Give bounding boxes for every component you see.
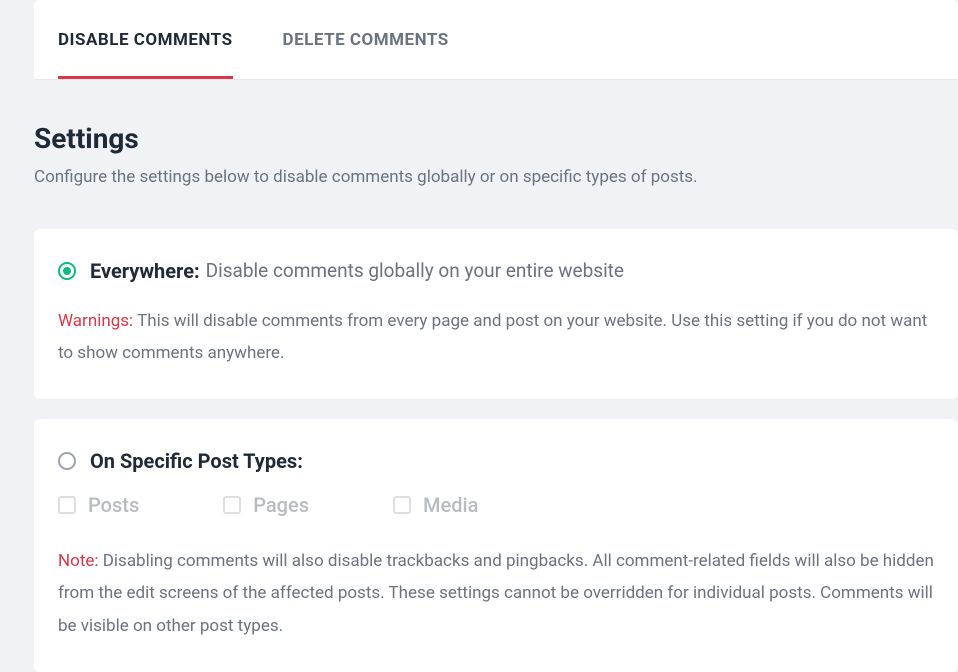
option-specific-card: On Specific Post Types: Posts Pages Medi… xyxy=(34,419,958,672)
checkbox-media-label: Media xyxy=(423,493,478,517)
note-label: Note: xyxy=(58,551,99,571)
option-everywhere-card: Everywhere: Disable comments globally on… xyxy=(34,229,958,400)
settings-description: Configure the settings below to disable … xyxy=(34,165,958,191)
warning-text: This will disable comments from every pa… xyxy=(58,311,927,363)
option-specific-header: On Specific Post Types: xyxy=(58,449,934,473)
checkbox-posts-label: Posts xyxy=(88,493,139,517)
settings-header: Settings Configure the settings below to… xyxy=(34,114,958,209)
tab-delete-comments[interactable]: DELETE COMMENTS xyxy=(283,0,449,79)
option-specific-label: On Specific Post Types: xyxy=(90,449,303,473)
tab-disable-comments[interactable]: DISABLE COMMENTS xyxy=(58,0,233,79)
settings-title: Settings xyxy=(34,122,958,155)
checkbox-posts[interactable] xyxy=(58,496,76,514)
radio-specific[interactable] xyxy=(58,452,76,470)
checkbox-item-media: Media xyxy=(393,493,478,517)
checkbox-pages-label: Pages xyxy=(253,493,309,517)
checkbox-pages[interactable] xyxy=(223,496,241,514)
checkbox-row: Posts Pages Media xyxy=(58,493,934,517)
note-text: Disabling comments will also disable tra… xyxy=(58,551,934,636)
option-everywhere-warning: Warnings: This will disable comments fro… xyxy=(58,305,934,370)
option-specific-note: Note: Disabling comments will also disab… xyxy=(58,545,934,642)
warning-label: Warnings: xyxy=(58,311,133,331)
option-everywhere-desc: Disable comments globally on your entire… xyxy=(206,259,624,282)
option-everywhere-label: Everywhere: xyxy=(90,259,200,283)
tabs-row: DISABLE COMMENTS DELETE COMMENTS xyxy=(34,0,958,79)
checkbox-media[interactable] xyxy=(393,496,411,514)
tabs-container: DISABLE COMMENTS DELETE COMMENTS xyxy=(34,0,958,80)
checkbox-item-posts: Posts xyxy=(58,493,139,517)
checkbox-item-pages: Pages xyxy=(223,493,309,517)
radio-everywhere[interactable] xyxy=(58,262,76,280)
option-everywhere-header: Everywhere: Disable comments globally on… xyxy=(58,259,934,283)
